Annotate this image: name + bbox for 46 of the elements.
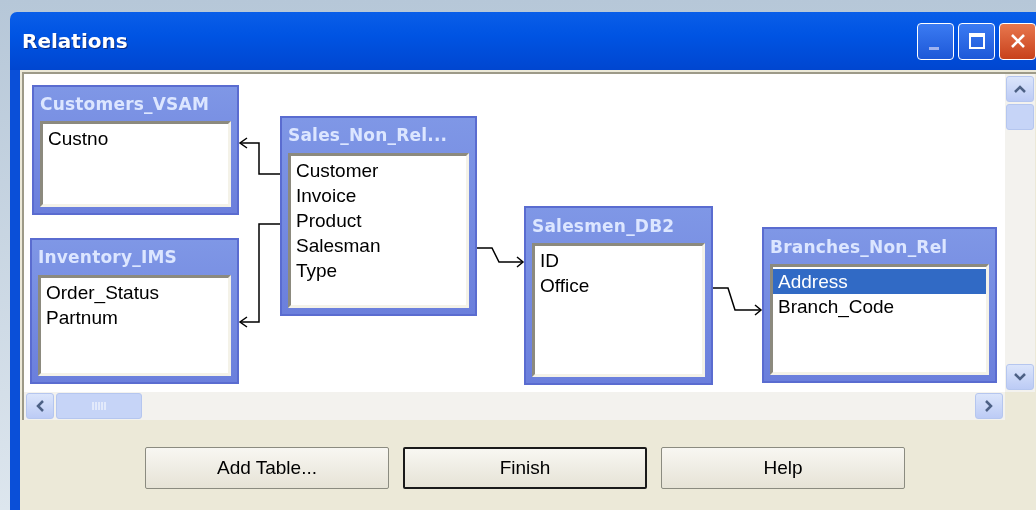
field-item[interactable]: Type xyxy=(291,257,466,283)
grip-icon xyxy=(92,402,106,410)
field-item[interactable]: Branch_Code xyxy=(773,294,986,320)
close-icon xyxy=(1008,32,1027,50)
table-title: Sales_Non_Rel... xyxy=(288,124,449,148)
scroll-left-button[interactable] xyxy=(26,393,54,419)
field-item[interactable]: Address xyxy=(773,269,986,295)
table-title: Branches_Non_Rel xyxy=(770,235,949,259)
connector-arrow xyxy=(476,247,525,268)
window-title: Relations xyxy=(22,29,129,53)
scroll-down-button[interactable] xyxy=(1006,364,1034,390)
scroll-right-button[interactable] xyxy=(975,393,1003,419)
maximize-button[interactable] xyxy=(958,22,995,60)
table-window[interactable]: Branches_Non_Rel Address Branch_Code xyxy=(762,227,997,383)
close-button[interactable] xyxy=(999,22,1036,60)
scroll-thumb[interactable] xyxy=(56,393,142,419)
chevron-up-icon xyxy=(1013,84,1027,94)
table-window[interactable]: Salesmen_DB2 ID Office xyxy=(524,206,713,385)
table-window[interactable]: Inventory_IMS Order_Status Partnum xyxy=(30,238,239,384)
table-title: Inventory_IMS xyxy=(38,246,178,270)
field-item[interactable]: ID xyxy=(535,248,702,274)
chevron-down-icon xyxy=(1013,372,1027,382)
field-item[interactable]: Product xyxy=(291,207,466,233)
table-title: Customers_VSAM xyxy=(40,93,211,117)
connector-arrow xyxy=(712,287,763,316)
scroll-up-button[interactable] xyxy=(1006,76,1034,102)
field-item[interactable]: Office xyxy=(535,273,702,299)
dialog-button[interactable]: Add Table... xyxy=(145,447,389,489)
field-item[interactable]: Partnum xyxy=(41,304,228,330)
minimize-icon xyxy=(928,46,939,50)
field-item[interactable]: Invoice xyxy=(291,182,466,208)
table-window[interactable]: Sales_Non_Rel... Customer Invoice Product Salesman Type xyxy=(280,116,477,316)
dialog-button[interactable]: Help xyxy=(661,447,905,489)
table-window[interactable]: Customers_VSAM Custno xyxy=(32,85,239,215)
field-item[interactable]: Custno xyxy=(43,126,228,152)
chevron-right-icon xyxy=(984,399,994,413)
scroll-thumb[interactable] xyxy=(1006,104,1034,130)
minimize-button[interactable] xyxy=(917,22,954,60)
chevron-left-icon xyxy=(35,399,45,413)
dialog-button[interactable]: Finish xyxy=(403,447,647,489)
field-item[interactable]: Salesman xyxy=(291,232,466,258)
maximize-icon xyxy=(967,32,986,50)
connector-arrow xyxy=(238,137,281,175)
field-item[interactable]: Order_Status xyxy=(41,279,228,305)
table-title: Salesmen_DB2 xyxy=(532,214,676,238)
field-item[interactable]: Customer xyxy=(291,157,466,183)
